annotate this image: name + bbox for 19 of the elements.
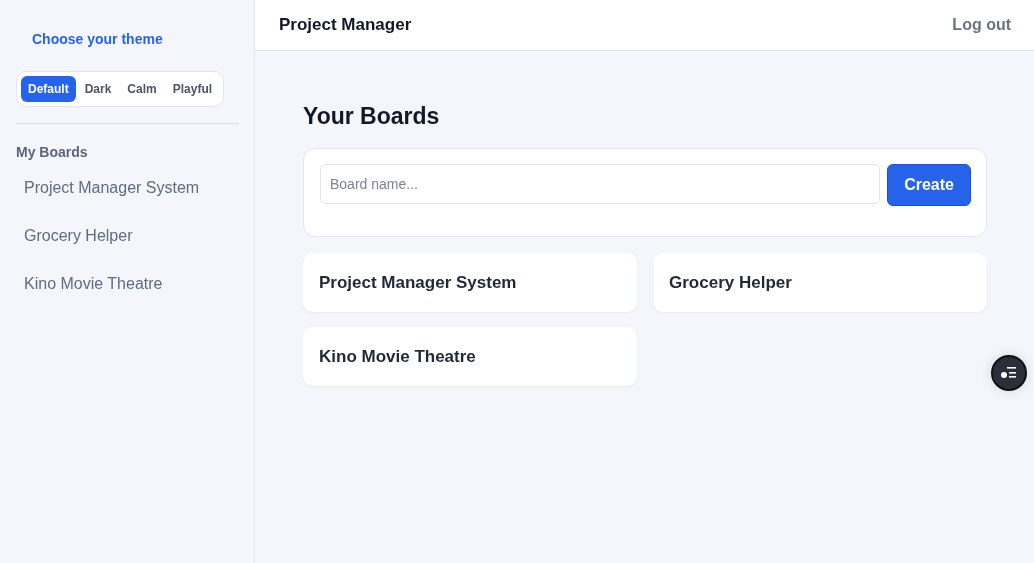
board-name-field[interactable]: Board name... <box>320 164 881 204</box>
sidebar-item[interactable]: Kino Movie Theatre <box>24 274 163 294</box>
theme-tab[interactable]: Dark <box>77 76 119 102</box>
list-icon <box>1000 365 1018 381</box>
board-card[interactable]: Kino Movie Theatre <box>303 327 637 386</box>
theme-tab[interactable]: Playful <box>165 76 220 102</box>
theme-tab[interactable]: Default <box>21 76 76 102</box>
sidebar-item[interactable]: Grocery Helper <box>24 226 133 246</box>
logout-link[interactable]: Log out <box>952 16 1011 34</box>
board-card[interactable]: Project Manager System <box>303 253 637 312</box>
theme-heading: Choose your theme <box>32 31 163 47</box>
page-title: Your Boards <box>303 103 441 130</box>
sidebar-item[interactable]: Project Manager System <box>24 178 200 198</box>
section-title: My Boards <box>16 144 88 160</box>
app-title: Project Manager <box>279 15 412 35</box>
theme-tab[interactable]: Calm <box>120 76 164 102</box>
create-button[interactable]: Create <box>887 164 971 206</box>
floating-action-button[interactable] <box>991 355 1027 391</box>
board-card[interactable]: Grocery Helper <box>653 253 987 312</box>
